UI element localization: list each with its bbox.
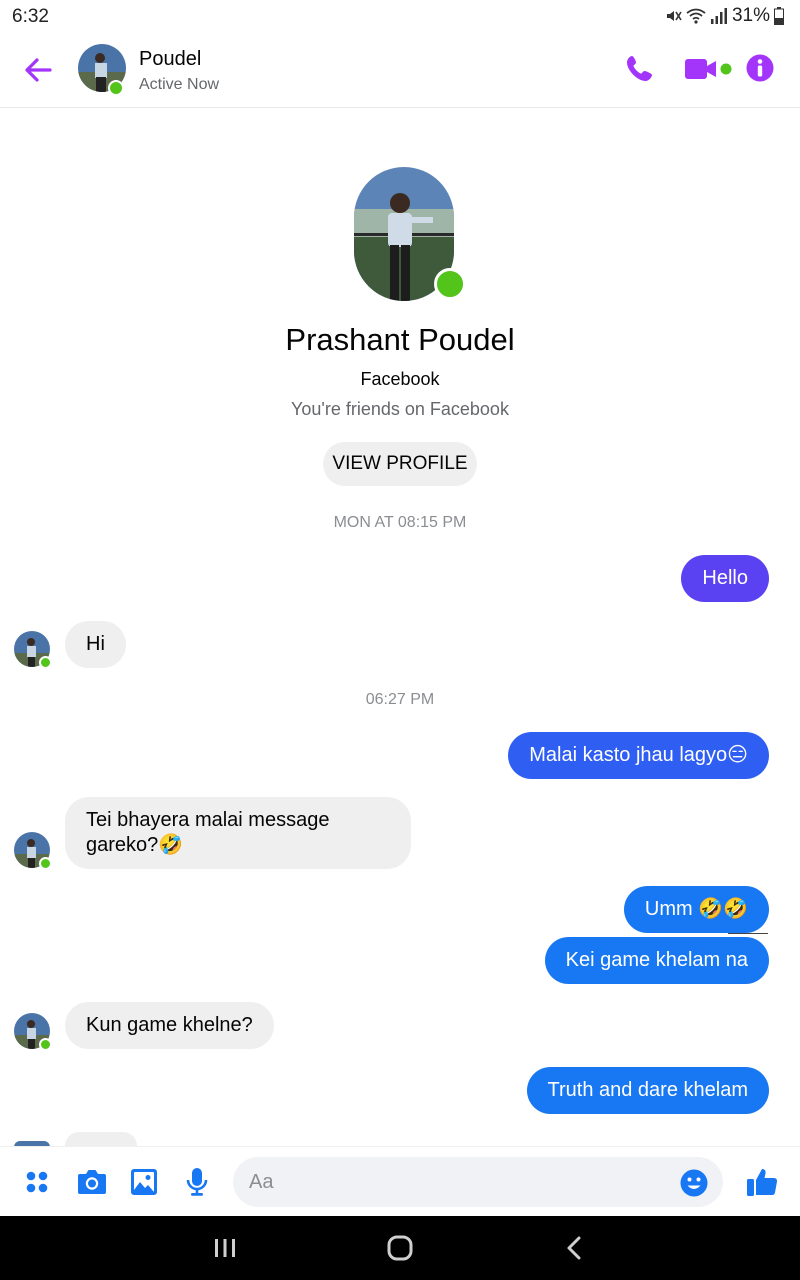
battery-percent: 31%	[731, 5, 770, 26]
status-time: 6:32	[12, 6, 49, 27]
recent-apps-icon[interactable]	[213, 1234, 237, 1262]
outgoing-message[interactable]: Kei game khelam na	[544, 937, 769, 984]
video-camera-icon[interactable]	[684, 54, 734, 84]
online-indicator	[39, 1038, 52, 1051]
home-icon[interactable]	[386, 1234, 414, 1262]
timestamp: MON AT 08:15 PM	[333, 514, 467, 531]
profile-full-name: Prashant Poudel	[285, 322, 515, 357]
outgoing-message[interactable]: Truth and dare khelam	[526, 1067, 769, 1114]
back-icon[interactable]	[563, 1234, 585, 1262]
online-indicator	[39, 656, 52, 669]
status-bar: 6:32 31%	[0, 0, 800, 34]
message-input[interactable]	[233, 1157, 723, 1207]
gallery-icon[interactable]	[130, 1168, 158, 1196]
contact-name[interactable]: Poudel	[139, 48, 201, 71]
contact-status: Active Now	[139, 76, 220, 93]
thumbs-up-icon[interactable]	[746, 1166, 778, 1198]
timestamp: 06:27 PM	[365, 691, 435, 708]
emoji-icon[interactable]	[680, 1169, 708, 1197]
online-indicator	[39, 857, 52, 870]
incoming-message[interactable]: Tei bhayera malai message gareko?🤣	[65, 797, 411, 869]
status-icons: 31%	[664, 5, 784, 27]
apps-grid-icon[interactable]	[25, 1170, 49, 1194]
profile-relation: You're friends on Facebook	[291, 399, 509, 419]
system-navigation-bar	[0, 1216, 800, 1280]
incoming-message[interactable]: Hi	[65, 621, 126, 668]
phone-icon[interactable]	[625, 54, 655, 84]
microphone-icon[interactable]	[185, 1167, 209, 1197]
info-icon[interactable]	[746, 54, 774, 82]
profile-online-indicator	[434, 268, 466, 300]
read-receipt	[728, 933, 768, 935]
signal-icon	[710, 8, 727, 24]
back-arrow-icon[interactable]	[20, 54, 56, 86]
incoming-message	[65, 1132, 137, 1146]
online-indicator	[108, 80, 124, 96]
battery-icon	[774, 7, 784, 25]
chat-header: Poudel Active Now	[0, 34, 800, 108]
camera-icon[interactable]	[77, 1168, 107, 1196]
outgoing-message[interactable]: Hello	[681, 555, 769, 602]
wifi-icon	[686, 8, 706, 24]
incoming-message[interactable]: Kun game khelne?	[65, 1002, 274, 1049]
outgoing-message[interactable]: Umm 🤣🤣	[623, 886, 769, 933]
profile-platform: Facebook	[360, 369, 440, 389]
message-composer	[0, 1146, 800, 1216]
mute-icon	[666, 11, 682, 21]
view-profile-button[interactable]: VIEW PROFILE	[323, 442, 477, 486]
outgoing-message[interactable]: Malai kasto jhau lagyo😑	[508, 732, 769, 779]
